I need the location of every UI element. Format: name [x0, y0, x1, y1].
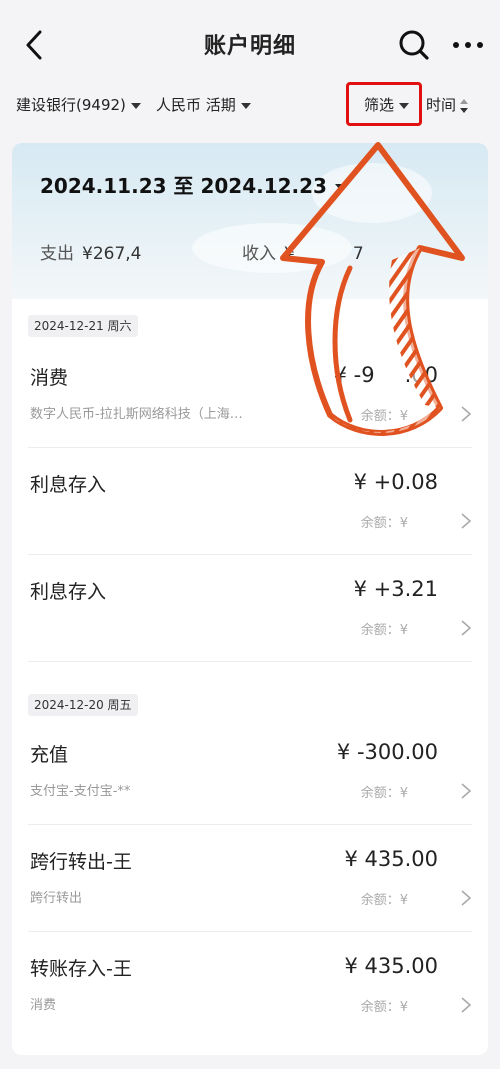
filter-label: 筛选	[364, 96, 395, 114]
divider	[28, 661, 472, 662]
transaction-amount: ¥ +0.08	[353, 470, 438, 494]
transaction-row[interactable]: 转账存入-王 消费 ¥ 435.00 余额：¥	[12, 932, 488, 1039]
period-label: 2024.11.23 至 2024.12.23	[40, 174, 327, 198]
income-value-tail: 7	[352, 244, 364, 264]
filter-button[interactable]: 筛选	[346, 82, 422, 126]
transaction-amount: ¥ +3.21	[353, 577, 438, 601]
chevron-right-icon	[461, 890, 472, 906]
search-icon	[399, 30, 429, 60]
filter-bar: 建设银行(9492) 人民币 活期 筛选 时间	[0, 82, 500, 126]
transaction-balance: 余额：¥	[360, 786, 408, 801]
period-selector[interactable]: 2024.11.23 至 2024.12.23	[40, 170, 347, 199]
time-sort-label: 时间	[426, 96, 457, 114]
more-dots-icon	[453, 42, 483, 48]
income-label: 收入	[242, 244, 276, 264]
transaction-amount: ¥ 435.00	[344, 847, 438, 871]
transaction-row[interactable]: 消费 数字人民币-拉扎斯网络科技（上海… ¥ -9 .00 余额：¥	[12, 341, 488, 448]
more-button[interactable]	[450, 30, 486, 60]
caret-down-icon	[334, 184, 347, 191]
summary-banner: 2024.11.23 至 2024.12.23 支出 ¥267,4 收入 ¥7	[12, 143, 488, 299]
currency-label: 人民币 活期	[156, 96, 236, 114]
transaction-row[interactable]: 充值 支付宝-支付宝-** ¥ -300.00 余额：¥	[12, 718, 488, 825]
transaction-row[interactable]: 利息存入 ¥ +3.21 余额：¥	[12, 555, 488, 662]
transaction-balance: 余额：¥	[360, 409, 408, 424]
time-sort-button[interactable]: 时间	[426, 92, 469, 118]
account-label: 建设银行(9492)	[16, 96, 126, 114]
amount-value: ¥ -9	[333, 363, 375, 387]
transaction-title: 充值	[30, 744, 69, 766]
chevron-right-icon	[461, 620, 472, 636]
account-selector[interactable]: 建设银行(9492)	[16, 92, 141, 118]
caret-down-icon	[240, 102, 251, 109]
transaction-title: 转账存入-王	[30, 958, 132, 980]
chevron-right-icon	[461, 406, 472, 422]
expense-summary: 支出 ¥267,4	[40, 239, 141, 264]
date-header: 2024-12-20 周五	[28, 694, 138, 716]
transaction-title: 利息存入	[30, 474, 107, 496]
transaction-title: 消费	[30, 367, 69, 389]
amount-value-tail: .00	[404, 363, 438, 387]
transaction-row[interactable]: 跨行转出-王 跨行转出 ¥ 435.00 余额：¥	[12, 825, 488, 932]
expense-label: 支出	[40, 244, 74, 264]
income-summary: 收入 ¥7	[242, 239, 364, 264]
transaction-balance: 余额：¥	[360, 893, 408, 908]
chevron-right-icon	[461, 783, 472, 799]
chevron-right-icon	[461, 513, 472, 529]
transaction-title: 跨行转出-王	[30, 851, 132, 873]
transaction-balance: 余额：¥	[360, 516, 408, 531]
transaction-amount: ¥ -300.00	[336, 740, 438, 764]
caret-down-icon	[130, 102, 141, 109]
date-header: 2024-12-21 周六	[28, 315, 138, 337]
chevron-right-icon	[461, 997, 472, 1013]
caret-down-icon	[399, 102, 410, 109]
transactions-card: 2024.11.23 至 2024.12.23 支出 ¥267,4 收入 ¥7 20…	[12, 143, 488, 1055]
transaction-subtitle: 数字人民币-拉扎斯网络科技（上海…	[30, 407, 243, 422]
transaction-row[interactable]: 利息存入 ¥ +0.08 余额：¥	[12, 448, 488, 555]
transaction-amount: ¥ 435.00	[344, 954, 438, 978]
search-button[interactable]	[397, 28, 431, 62]
sort-icon	[460, 98, 469, 113]
expense-value: ¥267,4	[82, 244, 142, 264]
transaction-subtitle: 消费	[30, 998, 57, 1013]
transaction-subtitle: 跨行转出	[30, 891, 83, 906]
transaction-title: 利息存入	[30, 581, 107, 603]
transaction-amount: ¥ -9 .00	[334, 363, 438, 387]
currency-selector[interactable]: 人民币 活期	[156, 92, 251, 118]
transaction-balance: 余额：¥	[360, 1000, 408, 1015]
transaction-subtitle: 支付宝-支付宝-**	[30, 784, 131, 799]
transaction-balance: 余额：¥	[360, 623, 408, 638]
income-value: ¥	[284, 244, 295, 264]
top-bar: 账户明细	[0, 0, 500, 88]
